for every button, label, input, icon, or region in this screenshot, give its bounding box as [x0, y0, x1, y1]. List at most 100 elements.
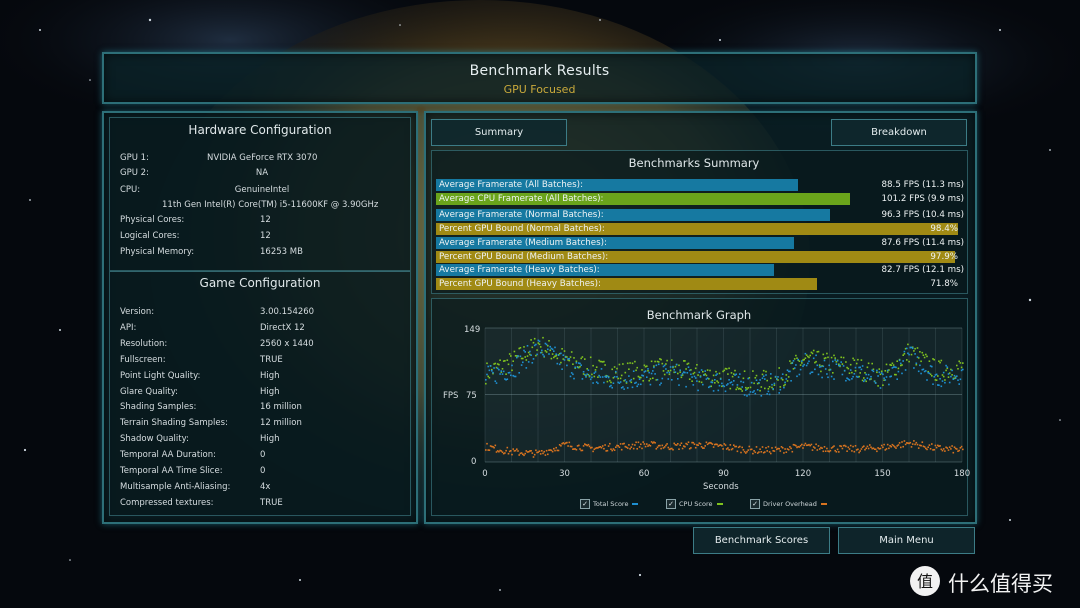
game-row-value: High: [260, 370, 280, 381]
hardware-row-value: NA: [255, 168, 269, 178]
game-row-label: Shadow Quality:: [120, 434, 189, 445]
legend-label: Total Score: [593, 500, 629, 508]
summary-bar-row: Average Framerate (All Batches): 88.5 FPS…: [436, 179, 966, 191]
summary-bar-row: Percent GPU Bound (Normal Batches): 98.4%: [436, 223, 966, 235]
x-tick-label: 0: [482, 469, 488, 479]
summary-bar-label: Average Framerate (Heavy Batches):: [439, 265, 600, 275]
y-axis-label: FPS: [443, 391, 459, 401]
watermark-text: 什么值得买: [948, 572, 1053, 596]
hardware-row-label: Physical Cores:: [120, 215, 185, 225]
game-row-value: TRUE: [260, 354, 283, 365]
game-row-value: DirectX 12: [260, 322, 305, 333]
summary-bar-row: Average Framerate (Heavy Batches): 82.7 F…: [436, 264, 966, 276]
hardware-row-label: GPU 2:: [120, 168, 149, 178]
legend-label: Driver Overhead: [763, 500, 817, 508]
hardware-row-value: NVIDIA GeForce RTX 3070: [207, 153, 318, 163]
x-tick-label: 90: [718, 469, 729, 479]
watermark-logo-icon: 值: [910, 566, 940, 596]
legend-item[interactable]: ✓ CPU Score: [666, 499, 723, 509]
summary-bar-label: Percent GPU Bound (Medium Batches):: [439, 252, 609, 262]
tab-summary-label: Summary: [474, 127, 524, 138]
checkbox-checked-icon[interactable]: ✓: [750, 499, 760, 509]
game-row-label: API:: [120, 322, 137, 333]
game-row-value: High: [260, 434, 280, 445]
legend-swatch: [820, 503, 827, 505]
legend-label: CPU Score: [679, 500, 713, 508]
hardware-row-label: CPU:: [120, 185, 141, 195]
legend-swatch: [632, 503, 639, 505]
main-menu-label: Main Menu: [879, 535, 934, 546]
summary-bar-label: Average Framerate (Normal Batches):: [439, 210, 604, 220]
summary-bar-label: Percent GPU Bound (Heavy Batches):: [439, 279, 601, 289]
summary-bar-value: 82.7 FPS (12.1 ms): [881, 265, 965, 275]
svg-text:值: 值: [917, 572, 933, 591]
hardware-row-label: Logical Cores:: [120, 231, 180, 241]
x-tick-label: 60: [638, 469, 650, 479]
graph-section: [431, 298, 968, 516]
summary-bar-label: Average Framerate (All Batches):: [439, 180, 583, 190]
summary-bar-value: 87.6 FPS (11.4 ms): [881, 238, 965, 248]
hardware-row-value: GenuineIntel: [234, 185, 290, 195]
summary-bar-label: Percent GPU Bound (Normal Batches):: [439, 224, 605, 234]
legend-swatch: [716, 503, 723, 505]
summary-bar-row: Average Framerate (Normal Batches): 96.3 …: [436, 209, 966, 221]
x-tick-label: 180: [953, 469, 971, 479]
y-tick-mid: 75: [466, 391, 477, 401]
graph-title: Benchmark Graph: [646, 308, 752, 322]
hardware-row-value: 12: [260, 231, 271, 241]
hardware-row-value: 16253 MB: [260, 247, 303, 257]
main-menu-button[interactable]: Main Menu: [838, 527, 975, 554]
game-row-value: 2560 x 1440: [260, 338, 314, 349]
tab-breakdown[interactable]: Breakdown: [831, 119, 967, 146]
hardware-row-value: 11th Gen Intel(R) Core(TM) i5-11600KF @ …: [162, 200, 379, 210]
x-tick-label: 30: [559, 469, 570, 479]
game-row-value: 3.00.154260: [260, 307, 315, 317]
summary-bar-value: 101.2 FPS (9.9 ms): [881, 194, 965, 204]
game-row-label: Fullscreen:: [120, 354, 166, 365]
x-tick-label: 150: [874, 469, 891, 479]
game-row-label: Temporal AA Time Slice:: [120, 466, 223, 476]
config-panel: Hardware Configuration Game Configuratio…: [102, 111, 418, 524]
game-row-label: Multisample Anti-Aliasing:: [120, 481, 231, 492]
legend-item[interactable]: ✓ Driver Overhead: [750, 499, 827, 509]
hardware-row-label: Physical Memory:: [120, 247, 195, 257]
game-row-value: TRUE: [260, 497, 283, 508]
game-row-value: 12 million: [260, 418, 302, 429]
checkbox-checked-icon[interactable]: ✓: [580, 499, 590, 509]
hardware-row-value: 12: [260, 215, 271, 225]
game-row-value: High: [260, 386, 280, 397]
x-axis-label: Seconds: [703, 482, 739, 492]
summary-bar-row: Percent GPU Bound (Heavy Batches): 71.8%: [436, 278, 966, 290]
header-panel: Benchmark Results GPU Focused: [102, 52, 977, 104]
benchmark-scores-label: Benchmark Scores: [714, 535, 809, 546]
summary-bar-value: 88.5 FPS (11.3 ms): [881, 180, 965, 190]
game-row-label: Terrain Shading Samples:: [120, 418, 228, 429]
x-tick-label: 120: [794, 469, 812, 479]
summary-bar-label: Average Framerate (Medium Batches):: [439, 238, 607, 248]
legend-item[interactable]: ✓ Total Score: [580, 499, 639, 509]
summary-bar-value: 96.3 FPS (10.4 ms): [881, 210, 965, 220]
summary-bar-row: Average CPU Framerate (All Batches): 101.…: [436, 193, 966, 205]
checkbox-checked-icon[interactable]: ✓: [666, 499, 676, 509]
summary-bar-label: Average CPU Framerate (All Batches):: [439, 194, 604, 204]
summary-bar-value: 97.9%: [930, 252, 958, 262]
game-title: Game Configuration: [199, 276, 321, 290]
summary-bar-row: Average Framerate (Medium Batches): 87.6 …: [436, 237, 966, 249]
summary-bar-row: Percent GPU Bound (Medium Batches): 97.9%: [436, 251, 966, 263]
game-row-label: Version:: [120, 307, 155, 317]
y-tick-top: 149: [464, 325, 481, 335]
benchmark-scores-button[interactable]: Benchmark Scores: [693, 527, 830, 554]
page-subtitle: GPU Focused: [503, 83, 576, 96]
game-row-value: 0: [260, 466, 266, 476]
tab-breakdown-label: Breakdown: [871, 127, 927, 138]
tab-summary[interactable]: Summary: [431, 119, 567, 146]
hardware-row-label: GPU 1:: [120, 153, 149, 163]
game-row-value: 0: [260, 450, 266, 461]
game-row-label: Compressed textures:: [120, 497, 214, 508]
game-row-value: 16 million: [260, 402, 302, 413]
y-tick-bottom: 0: [471, 457, 477, 467]
hardware-title: Hardware Configuration: [188, 123, 332, 137]
page-title: Benchmark Results: [469, 63, 610, 79]
summary-bar-value: 71.8%: [930, 279, 958, 289]
game-row-value: 4x: [260, 481, 271, 492]
